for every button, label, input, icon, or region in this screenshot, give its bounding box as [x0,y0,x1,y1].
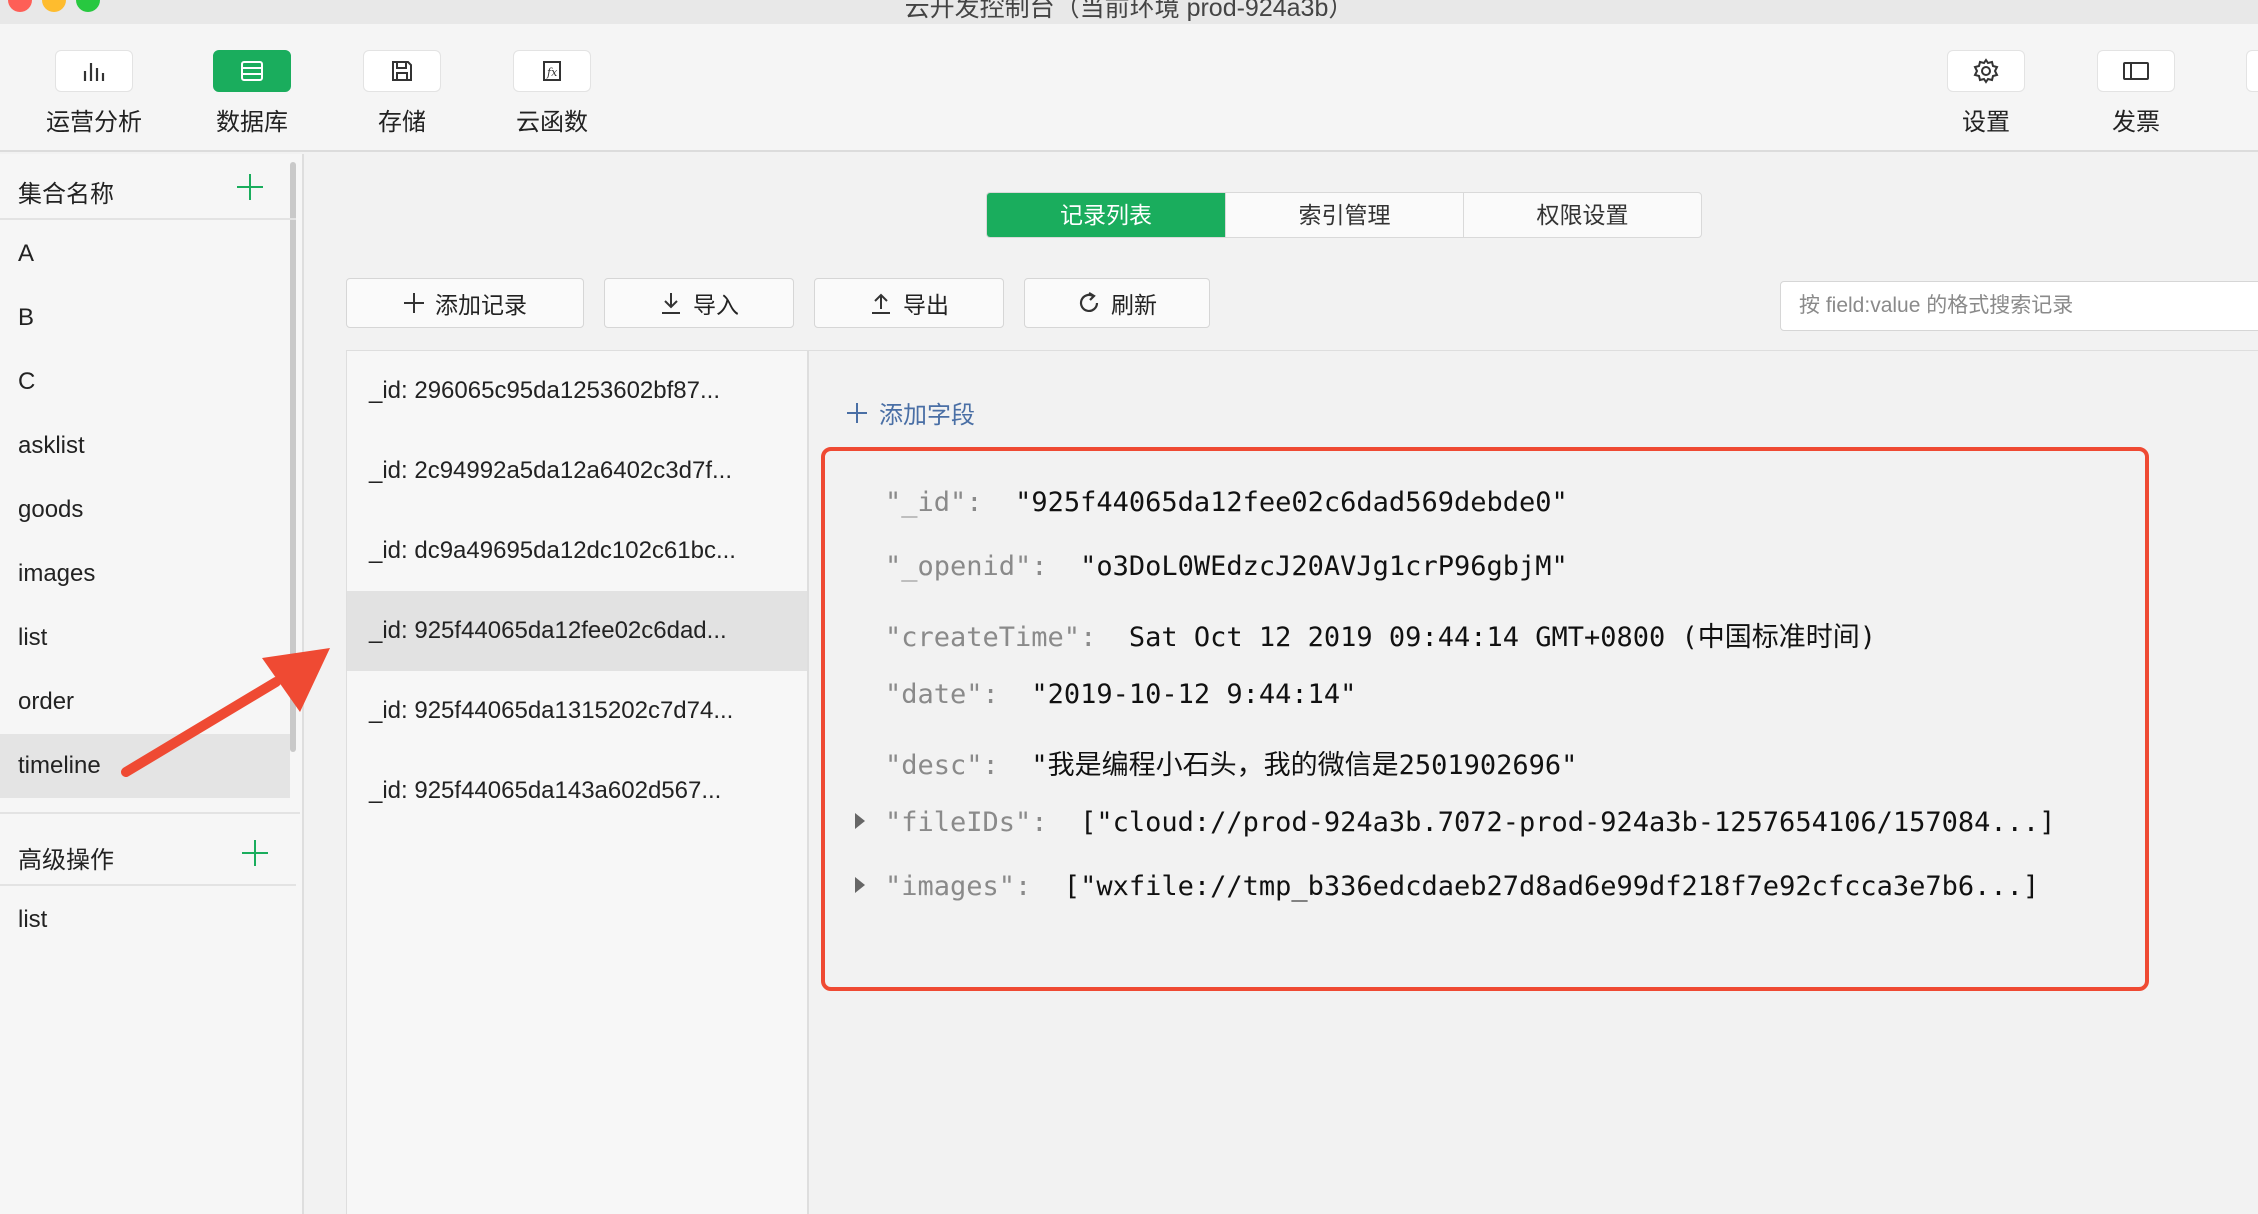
annotation-arrow-icon [121,648,330,777]
